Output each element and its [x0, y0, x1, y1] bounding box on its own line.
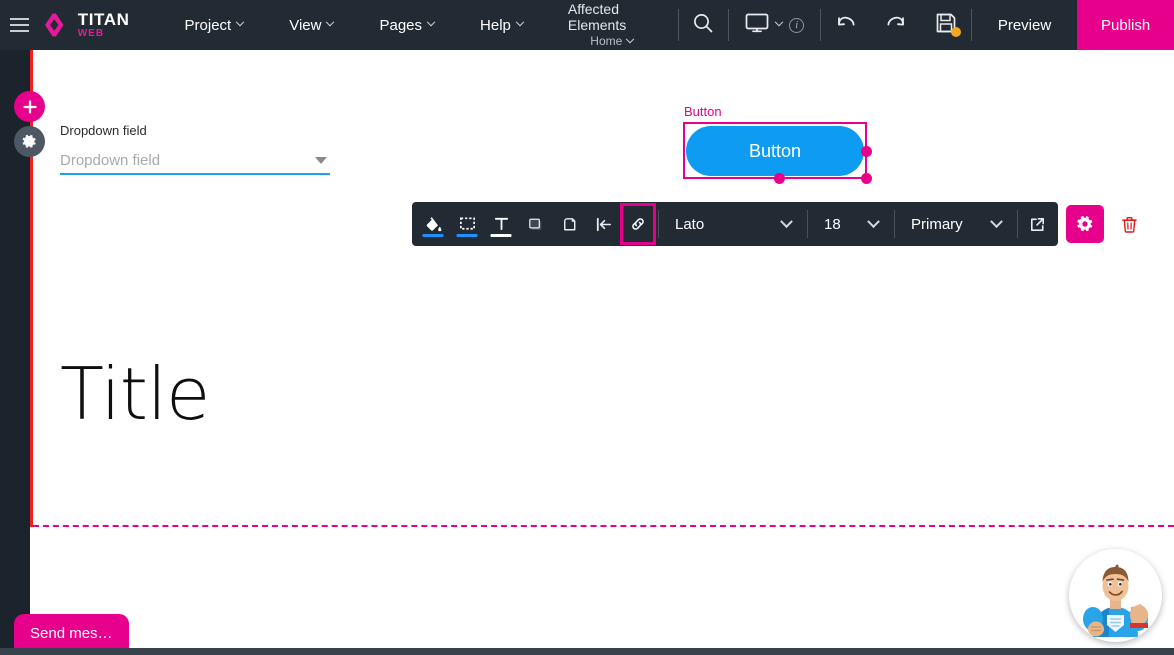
dropdown-field-control[interactable]: Dropdown field — [60, 148, 330, 175]
resize-handle-right[interactable] — [861, 146, 872, 157]
border-color-icon — [459, 216, 475, 230]
device-preview-selector[interactable]: i — [729, 0, 820, 50]
dropdown-field-placeholder: Dropdown field — [60, 152, 161, 169]
text-color-swatch — [490, 234, 512, 237]
trash-icon — [1121, 216, 1137, 233]
affected-elements-title: Affected Elements — [567, 1, 627, 34]
affected-elements-selector[interactable]: Affected Elements Home — [546, 0, 678, 50]
toolbar-divider — [807, 210, 808, 238]
dropdown-field-element[interactable]: Dropdown field Dropdown field — [60, 123, 330, 175]
titan-diamond-logo-icon — [39, 10, 69, 40]
align-left-button[interactable] — [586, 202, 620, 246]
affected-page-label: Home — [590, 34, 623, 49]
shadow-icon — [528, 218, 541, 230]
section-settings-button[interactable] — [14, 126, 45, 157]
text-color-button[interactable] — [484, 202, 518, 246]
chevron-down-icon — [326, 17, 335, 27]
font-size-select[interactable]: 18 — [810, 202, 892, 246]
corner-radius-icon — [563, 217, 575, 230]
text-color-icon — [494, 217, 508, 230]
title-element[interactable]: Title — [60, 358, 210, 430]
preview-button[interactable]: Preview — [972, 0, 1077, 50]
color-preset-value: Primary — [911, 215, 963, 233]
info-badge-icon[interactable]: i — [789, 17, 805, 33]
open-external-button[interactable] — [1020, 202, 1054, 246]
fill-color-button[interactable] — [416, 202, 450, 246]
search-button[interactable] — [678, 0, 728, 50]
chevron-down-icon — [515, 17, 525, 27]
save-button[interactable] — [921, 0, 971, 50]
element-settings-button[interactable] — [1066, 205, 1104, 243]
element-format-toolbar: Lato 18 Primary — [412, 202, 1148, 246]
align-left-icon — [596, 217, 611, 231]
shadow-button[interactable] — [518, 202, 552, 246]
dropdown-caret-icon[interactable] — [315, 157, 327, 164]
add-element-button[interactable] — [14, 91, 45, 122]
color-preset-select[interactable]: Primary — [897, 202, 1015, 246]
dropdown-field-label: Dropdown field — [60, 123, 147, 138]
selected-element-tag: Button — [684, 104, 722, 119]
fill-color-swatch — [422, 234, 444, 237]
resize-handle-bottom[interactable] — [774, 173, 785, 184]
redo-button[interactable] — [871, 0, 921, 50]
unsaved-changes-badge — [951, 27, 962, 37]
border-color-swatch — [456, 234, 478, 237]
brand-logo[interactable]: TITAN WEB — [39, 0, 144, 50]
fill-color-icon — [426, 216, 441, 231]
app-root: TITAN WEB Project View Pages Help Affect… — [0, 0, 1174, 655]
toolbar-icon-group: Lato 18 Primary — [412, 202, 1058, 246]
undo-button[interactable] — [821, 0, 871, 50]
bottom-bar — [0, 648, 1174, 655]
gear-icon — [22, 134, 36, 148]
gear-icon — [1077, 216, 1093, 232]
section-divider-line — [33, 525, 1174, 527]
menu-item-label: View — [289, 16, 322, 34]
brand-subtitle: WEB — [77, 28, 105, 39]
button-element[interactable]: Button — [686, 126, 864, 176]
resize-handle-corner[interactable] — [861, 173, 872, 184]
support-chat-avatar[interactable] — [1069, 549, 1162, 642]
toolbar-divider — [1017, 210, 1018, 238]
chevron-down-icon — [867, 214, 880, 228]
hamburger-menu-icon[interactable] — [0, 0, 39, 50]
font-size-value: 18 — [824, 215, 841, 233]
plus-icon — [22, 99, 37, 114]
chevron-down-icon — [780, 214, 793, 228]
publish-button[interactable]: Publish — [1077, 0, 1174, 50]
font-family-value: Lato — [675, 215, 705, 233]
external-link-icon — [1030, 217, 1044, 231]
menu-item-label: Help — [480, 16, 511, 34]
border-color-button[interactable] — [450, 202, 484, 246]
menu-item-pages[interactable]: Pages — [356, 0, 457, 50]
menu-item-view[interactable]: View — [266, 0, 356, 50]
toolbar-divider — [894, 210, 895, 238]
main-menu-bar: Project View Pages Help — [162, 0, 546, 50]
brand-title: TITAN — [77, 10, 130, 29]
chevron-down-icon — [626, 35, 635, 44]
chevron-down-icon[interactable] — [775, 17, 784, 27]
chevron-down-icon — [235, 17, 245, 27]
delete-element-button[interactable] — [1110, 205, 1148, 243]
link-button[interactable] — [620, 203, 656, 245]
menu-item-help[interactable]: Help — [457, 0, 546, 50]
top-header: TITAN WEB Project View Pages Help Affect… — [0, 0, 1174, 50]
chevron-down-icon — [426, 17, 436, 27]
menu-item-project[interactable]: Project — [162, 0, 267, 50]
affected-elements-page[interactable]: Home — [590, 34, 635, 49]
menu-item-label: Pages — [379, 16, 423, 34]
chevron-down-icon — [990, 214, 1003, 228]
redo-arrow-icon — [885, 13, 907, 38]
undo-arrow-icon — [835, 13, 857, 38]
search-icon — [692, 12, 714, 39]
link-chain-icon — [632, 218, 644, 230]
menu-item-label: Project — [184, 16, 232, 34]
corner-radius-button[interactable] — [552, 202, 586, 246]
desktop-monitor-icon — [745, 13, 769, 38]
font-family-select[interactable]: Lato — [661, 202, 805, 246]
toolbar-divider — [658, 210, 659, 238]
support-hero-avatar-icon — [1069, 549, 1162, 642]
